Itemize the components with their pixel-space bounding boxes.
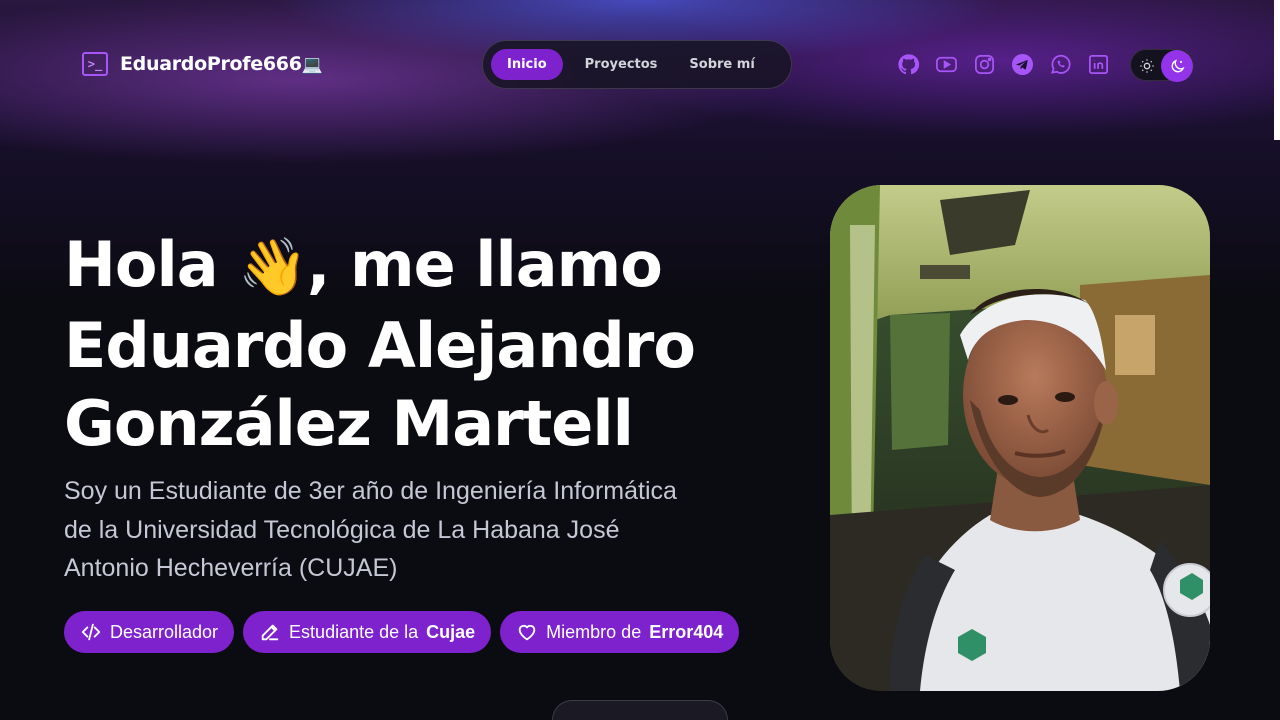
site-logo[interactable]: >_ EduardoProfe666💻 — [82, 52, 323, 76]
code-icon — [81, 623, 101, 641]
nav-item-inicio[interactable]: Inicio — [491, 49, 563, 80]
telegram-icon[interactable] — [1010, 52, 1035, 77]
name-line-2: González Martell — [64, 387, 634, 460]
whatsapp-icon[interactable] — [1048, 52, 1073, 77]
sun-icon[interactable] — [1137, 56, 1157, 76]
badge-label: Estudiante de la — [289, 621, 419, 642]
bottom-dock[interactable] — [552, 700, 728, 720]
terminal-icon: >_ — [82, 52, 108, 76]
badge-highlight: Error404 — [649, 621, 724, 642]
badge-list: Desarrollador Estudiante de la Cujae Mie… — [64, 611, 740, 653]
main-nav: Inicio Proyectos Sobre mí — [482, 40, 792, 89]
nav-item-sobre-mi[interactable]: Sobre mí — [673, 49, 770, 80]
badge-label: Desarrollador — [110, 621, 219, 642]
github-icon[interactable] — [896, 52, 921, 77]
name-line-1: Eduardo Alejandro — [64, 309, 696, 382]
social-links — [896, 52, 1111, 77]
badge-student[interactable]: Estudiante de la Cujae — [243, 611, 492, 653]
theme-toggle[interactable] — [1130, 49, 1194, 82]
waving-hand-emoji: 👋 — [238, 235, 308, 300]
pencil-icon — [261, 624, 279, 641]
hero-subtitle: Soy un Estudiante de 3er año de Ingenier… — [64, 477, 677, 582]
youtube-icon[interactable] — [934, 52, 959, 77]
moon-icon[interactable] — [1161, 50, 1193, 82]
heart-icon — [518, 624, 536, 641]
instagram-icon[interactable] — [972, 52, 997, 77]
linkedin-icon[interactable] — [1086, 52, 1111, 77]
badge-highlight: Cujae — [426, 621, 476, 642]
badge-developer[interactable]: Desarrollador — [64, 611, 235, 653]
logo-text: EduardoProfe666💻 — [120, 53, 323, 75]
hero-title: Hola 👋, me llamo Eduardo Alejandro Gonzá… — [64, 228, 696, 460]
edge-strip — [1274, 0, 1280, 140]
badge-member[interactable]: Miembro de Error404 — [500, 611, 740, 653]
nav-item-proyectos[interactable]: Proyectos — [569, 49, 674, 80]
profile-photo — [830, 185, 1210, 691]
badge-label: Miembro de — [546, 621, 642, 642]
